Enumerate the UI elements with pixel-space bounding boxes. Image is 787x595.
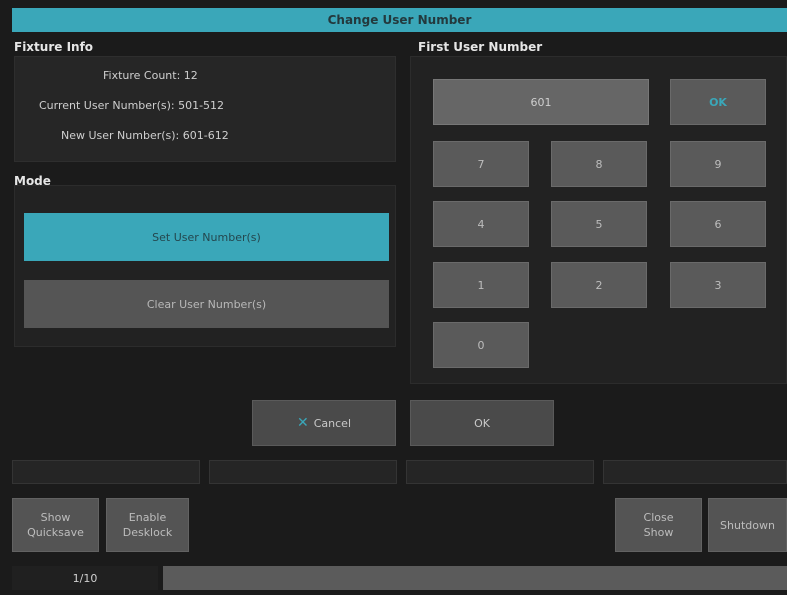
toolbar-slot <box>209 460 397 484</box>
page-indicator-text: 1/10 <box>72 571 98 585</box>
keypad-key-label: 3 <box>714 278 722 292</box>
keypad-panel: 601 OK 7 8 9 4 5 6 1 2 3 0 <box>410 56 787 384</box>
clear-user-number-button[interactable]: Clear User Number(s) <box>24 280 389 328</box>
keypad-key-0[interactable]: 0 <box>433 322 529 368</box>
dialog-title-bar: Change User Number <box>12 8 787 32</box>
mode-panel: Set User Number(s) Clear User Number(s) <box>14 185 396 347</box>
fixture-count-text: Fixture Count: 12 <box>103 69 198 82</box>
button-line: Show <box>643 526 674 539</box>
keypad-key-label: 8 <box>595 157 603 171</box>
keypad-key-9[interactable]: 9 <box>670 141 766 187</box>
keypad-key-label: 0 <box>477 338 485 352</box>
button-line: Close <box>643 511 674 524</box>
new-user-numbers-text: New User Number(s): 601-612 <box>61 129 229 142</box>
cancel-label: Cancel <box>313 416 351 430</box>
clear-user-number-label: Clear User Number(s) <box>146 297 267 311</box>
toolbar-slot <box>603 460 787 484</box>
button-line: Show <box>40 511 71 524</box>
shutdown-button[interactable]: Shutdown <box>708 498 787 552</box>
keypad-key-label: 2 <box>595 278 603 292</box>
show-quicksave-button[interactable]: Show Quicksave <box>12 498 99 552</box>
keypad-key-label: 1 <box>477 278 485 292</box>
status-bar <box>163 566 787 590</box>
current-user-numbers-text: Current User Number(s): 501-512 <box>39 99 225 112</box>
keypad-ok-label: OK <box>709 95 727 109</box>
keypad-key-label: 5 <box>595 217 603 231</box>
keypad-key-1[interactable]: 1 <box>433 262 529 308</box>
keypad-key-2[interactable]: 2 <box>551 262 647 308</box>
page-indicator: 1/10 <box>12 566 158 590</box>
button-line: Quicksave <box>27 526 84 539</box>
keypad-key-label: 7 <box>477 157 485 171</box>
user-number-entry-field[interactable]: 601 <box>433 79 649 125</box>
button-line: Desklock <box>122 526 173 539</box>
keypad-key-7[interactable]: 7 <box>433 141 529 187</box>
dialog-title: Change User Number <box>327 13 472 27</box>
keypad-key-4[interactable]: 4 <box>433 201 529 247</box>
fixture-info-heading: Fixture Info <box>14 40 94 54</box>
close-icon: ✕ <box>297 415 309 431</box>
first-user-number-heading: First User Number <box>418 40 543 54</box>
ok-label: OK <box>474 416 490 430</box>
keypad-key-label: 6 <box>714 217 722 231</box>
keypad-key-6[interactable]: 6 <box>670 201 766 247</box>
set-user-number-label: Set User Number(s) <box>152 230 261 244</box>
keypad-key-8[interactable]: 8 <box>551 141 647 187</box>
keypad-key-label: 4 <box>477 217 485 231</box>
fixture-info-panel: Fixture Count: 12 Current User Number(s)… <box>14 56 396 162</box>
set-user-number-button[interactable]: Set User Number(s) <box>24 213 389 261</box>
cancel-button[interactable]: ✕ Cancel <box>252 400 396 446</box>
button-line: Enable <box>128 511 167 524</box>
toolbar-slot <box>12 460 200 484</box>
shutdown-label: Shutdown <box>720 518 775 532</box>
keypad-key-3[interactable]: 3 <box>670 262 766 308</box>
close-show-button[interactable]: Close Show <box>615 498 702 552</box>
keypad-ok-button[interactable]: OK <box>670 79 766 125</box>
user-number-entry-value: 601 <box>530 95 552 109</box>
toolbar-slot <box>406 460 594 484</box>
keypad-key-5[interactable]: 5 <box>551 201 647 247</box>
ok-button[interactable]: OK <box>410 400 554 446</box>
keypad-key-label: 9 <box>714 157 722 171</box>
enable-desklock-button[interactable]: Enable Desklock <box>106 498 189 552</box>
